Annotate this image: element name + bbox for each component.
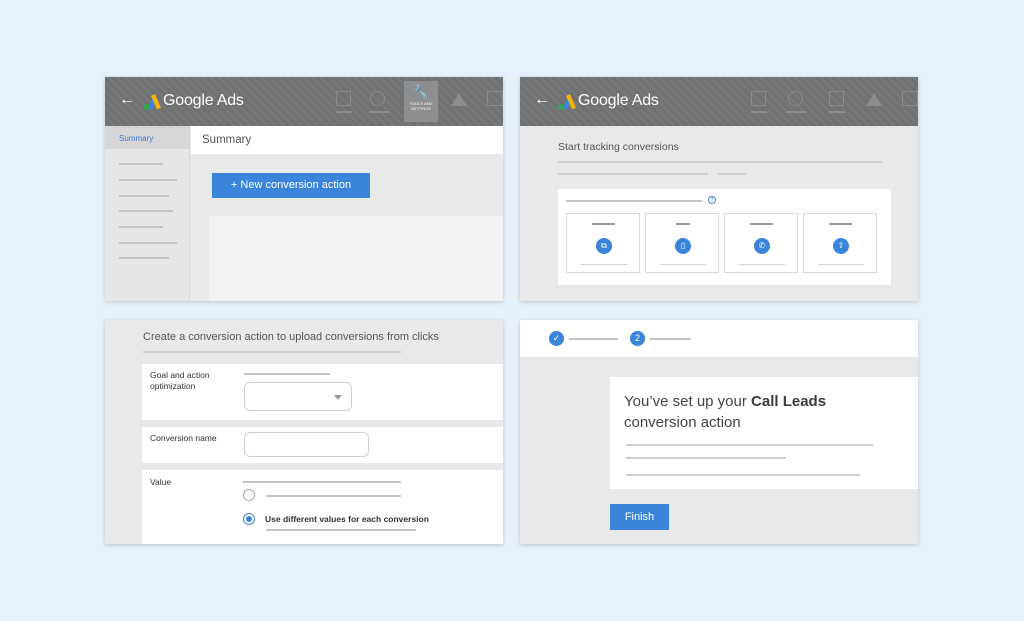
success-message-card: You’ve set up your Call Leads conversion… [610, 377, 918, 489]
step-complete-check-icon: ✓ [549, 331, 564, 346]
conversion-name-row: Conversion name [142, 427, 503, 463]
goal-label: Goal and action optimization [150, 370, 210, 391]
help-icon[interactable]: ? [708, 196, 716, 204]
create-conversion-panel: Create a conversion action to upload con… [105, 320, 503, 544]
value-row: Value Use different values for each conv… [142, 470, 503, 544]
upload-icon: ⇧ [833, 238, 849, 254]
summary-panel: ← Google Ads 🔧 TOOLS AND SETTINGS Summar… [105, 77, 503, 301]
conversion-name-label: Conversion name [150, 433, 217, 443]
nav-circle-icon[interactable] [370, 91, 385, 106]
nav-underline [336, 111, 352, 113]
success-message: You’ve set up your Call Leads conversion… [624, 393, 827, 431]
value-radio-different[interactable] [243, 513, 255, 525]
nav-square-icon[interactable] [829, 91, 844, 106]
nav-rect-icon[interactable] [902, 91, 918, 106]
nav-underline [369, 111, 389, 113]
conversion-card-phone[interactable]: ✆ [724, 213, 798, 273]
back-arrow-icon[interactable]: ← [119, 90, 135, 110]
nav-square-icon[interactable] [751, 91, 766, 106]
setup-complete-panel: ✓ 2 You’ve set up your Call Leads conver… [520, 320, 918, 544]
conversion-card-website[interactable]: ⧉ [566, 213, 640, 273]
goal-row: Goal and action optimization [142, 364, 503, 420]
start-tracking-panel: ← Google Ads Start tracking conversions … [520, 77, 918, 301]
finish-button[interactable]: Finish [610, 504, 669, 530]
app-brand: Google Ads [163, 92, 244, 109]
conversion-type-cards: ? ⧉ ▯ ✆ ⇧ [558, 189, 891, 285]
phone-icon: ✆ [754, 238, 770, 254]
sidebar-item-summary[interactable]: Summary [105, 126, 189, 149]
chevron-down-icon [334, 395, 342, 400]
google-ads-logo-icon [558, 94, 576, 110]
nav-rect-icon[interactable] [487, 91, 503, 106]
back-arrow-icon[interactable]: ← [534, 90, 550, 110]
conversion-card-app[interactable]: ▯ [645, 213, 719, 273]
step-2-indicator: 2 [630, 331, 645, 346]
app-icon: ▯ [675, 238, 691, 254]
tools-and-settings-button[interactable]: 🔧 TOOLS AND SETTINGS [404, 81, 438, 122]
stepper: ✓ 2 [520, 320, 918, 357]
form-title: Create a conversion action to upload con… [143, 331, 439, 343]
app-header: ← Google Ads 🔧 TOOLS AND SETTINGS [105, 77, 503, 126]
app-brand: Google Ads [578, 92, 659, 109]
tools-label: TOOLS AND SETTINGS [409, 101, 433, 111]
conversion-card-import[interactable]: ⇧ [803, 213, 877, 273]
nav-circle-icon[interactable] [788, 91, 803, 106]
conversion-name-input[interactable] [244, 432, 369, 457]
website-icon: ⧉ [596, 238, 612, 254]
wrench-icon: 🔧 [412, 84, 430, 99]
nav-underline [829, 111, 845, 113]
value-radio-different-label: Use different values for each conversion [265, 514, 429, 524]
nav-square-icon[interactable] [336, 91, 351, 106]
google-ads-logo-icon [143, 94, 161, 110]
value-radio-same[interactable] [243, 489, 255, 501]
content-placeholder [209, 216, 503, 301]
nav-underline [786, 111, 806, 113]
app-header: ← Google Ads [520, 77, 918, 126]
new-conversion-action-button[interactable]: + New conversion action [212, 173, 370, 198]
nav-triangle-icon[interactable] [866, 93, 882, 106]
nav-triangle-icon[interactable] [451, 93, 467, 106]
goal-dropdown[interactable] [244, 382, 352, 411]
section-title: Start tracking conversions [558, 141, 679, 153]
page-title: Summary [191, 126, 503, 154]
sidebar: Summary [105, 126, 190, 301]
value-label: Value [150, 477, 172, 487]
nav-underline [751, 111, 767, 113]
